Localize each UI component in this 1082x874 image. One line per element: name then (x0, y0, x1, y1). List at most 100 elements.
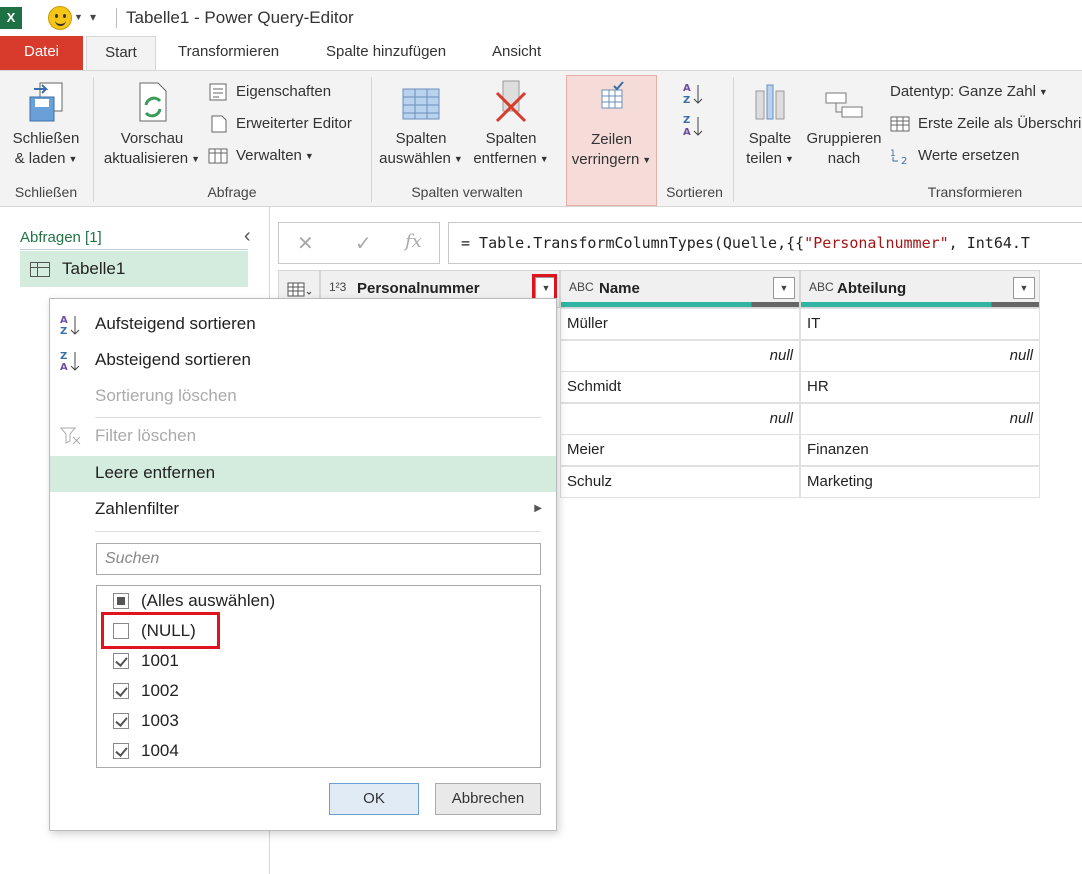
advanced-editor-icon (208, 115, 228, 133)
value-checkbox-1001[interactable]: 1001 (111, 646, 179, 676)
ribbon-tabs: Datei Start Transformieren Spalte hinzuf… (0, 36, 1082, 70)
ribbon: Schließen & laden ▼ Schließen Vorschau ak… (0, 70, 1082, 207)
table-cell[interactable]: IT (800, 308, 1040, 340)
properties-icon (208, 83, 228, 101)
choose-columns-button[interactable]: Spalten auswählen ▼ (376, 75, 466, 169)
choose-columns-label-1: Spalten (395, 130, 447, 147)
close-load-label-2: & laden ▼ (14, 150, 78, 167)
table-cell-null[interactable]: null (560, 403, 800, 435)
reduce-rows-label-1: Zeilen (591, 131, 632, 148)
split-column-label-1: Spalte (748, 130, 792, 147)
remove-columns-button[interactable]: Spalten entfernen ▼ (466, 75, 556, 169)
data-type-label: Datentyp: Ganze Zahl (890, 83, 1036, 100)
column-header-name[interactable]: ABC Name ▼ (560, 270, 800, 308)
sort-ascending-menu-item[interactable]: AZ Aufsteigend sortieren (50, 307, 556, 341)
smiley-dropdown-icon[interactable]: ▼ (74, 12, 83, 22)
advanced-editor-button[interactable]: Erweiterter Editor (208, 113, 352, 135)
filter-dropdown-icon[interactable]: ▼ (773, 277, 795, 299)
refresh-label-2: aktualisieren ▼ (103, 150, 201, 167)
manage-label: Verwalten (236, 147, 302, 164)
checkbox-partial-icon (113, 593, 129, 609)
refresh-preview-button[interactable]: Vorschau aktualisieren ▼ (100, 75, 204, 169)
group-by-icon (824, 75, 864, 127)
replace-values-label: Werte ersetzen (918, 147, 1020, 164)
svg-text:A: A (60, 315, 68, 326)
tab-spalte-hinzufuegen[interactable]: Spalte hinzufügen (316, 36, 456, 70)
checkbox-label: 1002 (141, 681, 179, 700)
value-checkbox-1002[interactable]: 1002 (111, 676, 179, 706)
quick-access-customize-icon[interactable]: ▾ (90, 10, 96, 24)
table-cell-null[interactable]: null (800, 340, 1040, 372)
svg-text:Z: Z (60, 326, 67, 337)
group-label-spalten-verwalten: Spalten verwalten (411, 184, 523, 200)
replace-values-button[interactable]: 12 Werte ersetzen (890, 145, 1019, 167)
properties-button[interactable]: Eigenschaften (208, 81, 331, 103)
close-and-load-button[interactable]: Schließen & laden ▼ (8, 75, 84, 169)
table-cell[interactable]: Müller (560, 308, 800, 340)
remove-empty-menu-item[interactable]: Leere entfernen (50, 456, 556, 492)
column-name: Abteilung (837, 280, 907, 297)
tab-ansicht[interactable]: Ansicht (482, 36, 551, 70)
tab-transformieren[interactable]: Transformieren (168, 36, 289, 70)
advanced-editor-label: Erweiterter Editor (236, 115, 352, 132)
menu-separator (95, 531, 541, 532)
table-cell-null[interactable]: null (800, 403, 1040, 435)
title-separator (116, 8, 117, 28)
checkbox-checked-icon (113, 683, 129, 699)
tab-datei[interactable]: Datei (0, 36, 83, 70)
table-cell-null[interactable]: null (560, 340, 800, 372)
collapse-pane-icon[interactable]: ‹ (244, 225, 251, 248)
cancel-button[interactable]: Abbrechen (435, 783, 541, 815)
highlight-frame (101, 612, 220, 649)
reduce-rows-label-2: verringern ▼ (571, 151, 652, 168)
table-cell[interactable]: Marketing (800, 466, 1040, 498)
group-by-label-2: nach (827, 150, 861, 167)
title-bar: X ▼ ▾ Tabelle1 - Power Query-Editor (0, 0, 1082, 36)
svg-text:Z: Z (683, 115, 690, 126)
menu-label: Filter löschen (95, 426, 197, 445)
table-cell[interactable]: Schmidt (560, 371, 800, 403)
query-item-tabelle1[interactable]: Tabelle1 (20, 251, 248, 287)
column-header-abteilung[interactable]: ABC Abteilung ▼ (800, 270, 1040, 308)
split-column-icon (750, 75, 790, 127)
reduce-rows-button[interactable]: Zeilen verringern ▼ (566, 75, 657, 206)
feedback-smiley-icon[interactable] (48, 6, 72, 30)
data-type-dropdown[interactable]: Datentyp: Ganze Zahl ▼ (890, 81, 1048, 103)
sort-descending-menu-item[interactable]: ZA Absteigend sortieren (50, 343, 556, 377)
formula-string: "Personalnummer" (804, 234, 949, 252)
table-cell[interactable]: Meier (560, 434, 800, 466)
value-checkbox-1003[interactable]: 1003 (111, 706, 179, 736)
column-type-number-icon: 1²3 (329, 280, 347, 294)
filter-dropdown-icon[interactable]: ▼ (1013, 277, 1035, 299)
column-type-text-icon: ABC (569, 280, 594, 294)
sort-ascending-icon[interactable]: AZ (682, 81, 706, 106)
split-column-button[interactable]: Spalte teilen ▼ (740, 75, 800, 169)
first-row-header-button[interactable]: Erste Zeile als Überschri (890, 113, 1081, 135)
tab-start[interactable]: Start (86, 36, 156, 70)
table-cell[interactable]: Schulz (560, 466, 800, 498)
ok-button[interactable]: OK (329, 783, 419, 815)
commit-formula-icon[interactable]: ✓ (355, 231, 372, 256)
formula-input[interactable]: = Table.TransformColumnTypes(Quelle,{{"P… (448, 222, 1082, 264)
fx-icon[interactable]: fx (405, 231, 422, 252)
checkbox-label: (Alles auswählen) (141, 591, 276, 610)
table-cell[interactable]: Finanzen (800, 434, 1040, 466)
svg-text:2: 2 (901, 156, 907, 165)
manage-button[interactable]: Verwalten ▼ (208, 145, 314, 167)
filter-search-input[interactable]: Suchen (96, 543, 541, 575)
checkbox-checked-icon (113, 653, 129, 669)
group-label-transformieren: Transformieren (927, 184, 1023, 200)
svg-text:A: A (60, 362, 68, 373)
sort-descending-icon[interactable]: ZA (682, 113, 706, 138)
table-cell[interactable]: HR (800, 371, 1040, 403)
value-checkbox-1004[interactable]: 1004 (111, 736, 179, 766)
properties-label: Eigenschaften (236, 83, 332, 100)
svg-text:Z: Z (60, 351, 67, 362)
menu-separator (95, 417, 541, 418)
formula-buttons: ✕ ✓ fx (278, 222, 440, 264)
number-filters-menu-item[interactable]: Zahlenfilter ▶ (50, 492, 556, 526)
cancel-formula-icon[interactable]: ✕ (297, 231, 314, 256)
svg-text:A: A (683, 127, 691, 138)
submenu-arrow-icon: ▶ (534, 503, 542, 514)
group-by-button[interactable]: Gruppieren nach (802, 75, 886, 169)
